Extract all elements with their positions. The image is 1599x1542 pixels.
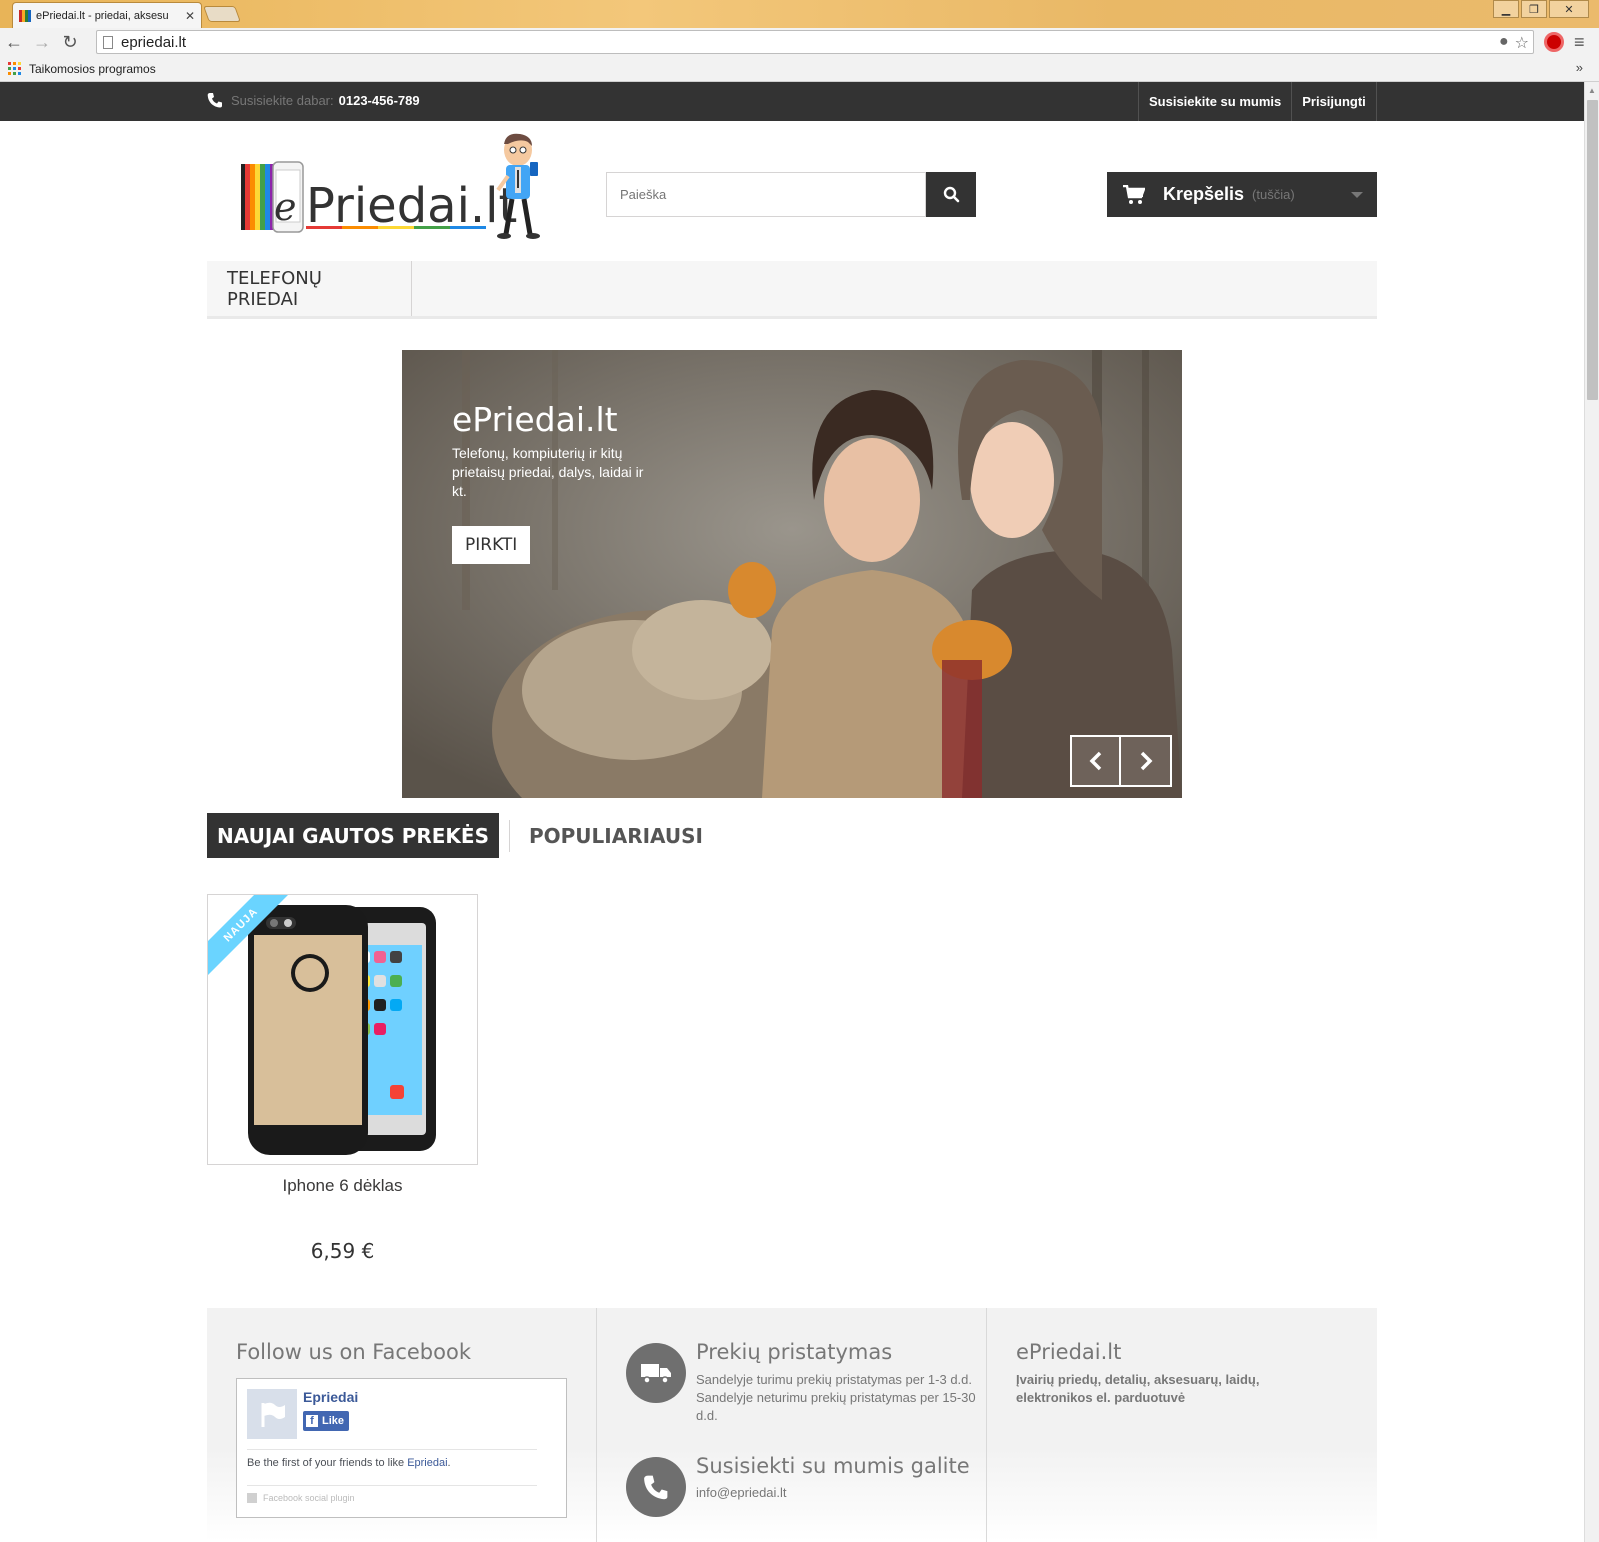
tab-title: ePriedai.lt - priedai, aksesu bbox=[36, 9, 169, 22]
facebook-icon: f bbox=[306, 1415, 318, 1427]
cart-status: (tuščia) bbox=[1252, 187, 1295, 202]
tab-close-icon[interactable]: ✕ bbox=[185, 9, 195, 23]
friends-link[interactable]: Epriedai bbox=[407, 1457, 447, 1469]
facebook-social-plugin: Facebook social plugin bbox=[247, 1493, 355, 1503]
cart-button[interactable]: Krepšelis (tuščia) bbox=[1107, 172, 1377, 217]
like-label: Like bbox=[322, 1415, 345, 1427]
search-icon bbox=[943, 186, 959, 203]
search-input[interactable] bbox=[606, 172, 926, 217]
facebook-page-name[interactable]: Epriedai bbox=[303, 1389, 358, 1405]
product-tabs: NAUJAI GAUTOS PREKĖS POPULIARIAUSI bbox=[207, 813, 703, 858]
window-controls: ▁ ❐ ✕ bbox=[1491, 0, 1589, 18]
delivery-text: Sandelyje turimu prekių pristatymas per … bbox=[696, 1372, 976, 1423]
close-window-button[interactable]: ✕ bbox=[1549, 0, 1589, 18]
delivery-title: Prekių pristatymas bbox=[696, 1340, 893, 1364]
search-form bbox=[606, 172, 977, 217]
extension-icon[interactable] bbox=[1544, 32, 1564, 52]
product-name[interactable]: Iphone 6 dėklas bbox=[207, 1176, 478, 1196]
product-image[interactable]: NAUJA bbox=[207, 894, 478, 1165]
contact-us-link[interactable]: Susisiekite su mumis bbox=[1138, 82, 1291, 121]
facebook-page-avatar[interactable] bbox=[247, 1389, 297, 1439]
chrome-menu-icon[interactable]: ≡ bbox=[1574, 32, 1585, 53]
divider bbox=[247, 1449, 537, 1450]
cart-title: Krepšelis bbox=[1163, 184, 1245, 204]
bookmark-apps-link[interactable]: Taikomosios programos bbox=[29, 62, 156, 76]
footer: Follow us on Facebook Epriedai f Like Be… bbox=[207, 1308, 1377, 1542]
url-text: epriedai.lt bbox=[121, 33, 187, 51]
product-price: 6,59 € bbox=[310, 1239, 375, 1263]
restore-button[interactable]: ❐ bbox=[1521, 0, 1547, 18]
phone-case-image bbox=[248, 905, 436, 1155]
search-button[interactable] bbox=[926, 172, 976, 217]
bookmarks-more-button[interactable]: » bbox=[1576, 60, 1583, 75]
facebook-widget: Epriedai f Like Be the first of your fri… bbox=[236, 1378, 567, 1518]
browser-titlebar: ePriedai.lt - priedai, aksesu ✕ ▁ ❐ ✕ bbox=[0, 0, 1599, 28]
tab-separator bbox=[508, 819, 510, 852]
main-menu: TELEFONŲ PRIEDAI bbox=[207, 261, 1377, 319]
tab-popular[interactable]: POPULIARIAUSI bbox=[529, 824, 703, 848]
contact-label: Susisiekite dabar: bbox=[231, 92, 334, 108]
page-scrollbar[interactable]: ▲ bbox=[1584, 82, 1599, 1542]
lightbulb-icon[interactable]: ● bbox=[1499, 33, 1509, 53]
flag-icon bbox=[261, 1402, 285, 1427]
contact-now: Susisiekite dabar: 0123-456-789 bbox=[207, 92, 420, 108]
chevron-right-icon bbox=[1140, 751, 1152, 771]
social-plugin-text: Facebook social plugin bbox=[263, 1493, 355, 1503]
contact-title: Susisiekti su mumis galite bbox=[696, 1454, 970, 1478]
page-icon bbox=[103, 35, 113, 49]
slider-next-button[interactable] bbox=[1121, 735, 1172, 787]
scrollbar-thumb[interactable] bbox=[1587, 100, 1598, 400]
site-logo[interactable]: e Priedai.lt bbox=[240, 132, 545, 242]
about-text: Įvairių priedų, detalių, aksesuarų, laid… bbox=[1016, 1372, 1260, 1405]
friends-text: Be the first of your friends to like bbox=[247, 1457, 408, 1469]
chevron-down-icon bbox=[1351, 192, 1363, 198]
new-tab-button[interactable] bbox=[203, 6, 241, 22]
scroll-up-icon[interactable]: ▲ bbox=[1588, 86, 1596, 95]
minimize-button[interactable]: ▁ bbox=[1493, 0, 1519, 18]
reload-icon[interactable]: ↻ bbox=[56, 28, 84, 56]
facebook-title: Follow us on Facebook bbox=[236, 1340, 471, 1364]
slide-text: Telefonų, kompiuterių ir kitų prietaisų … bbox=[452, 445, 644, 499]
menu-item-phone-accessories[interactable]: TELEFONŲ PRIEDAI bbox=[207, 261, 412, 316]
browser-tab[interactable]: ePriedai.lt - priedai, aksesu ✕ bbox=[12, 2, 202, 28]
about-title: ePriedai.lt bbox=[1016, 1340, 1122, 1364]
bookmark-star-icon[interactable]: ☆ bbox=[1515, 33, 1529, 53]
top-bar: Susisiekite dabar: 0123-456-789 Susisiek… bbox=[0, 82, 1584, 121]
login-link[interactable]: Prisijungti bbox=[1291, 82, 1377, 121]
bookmarks-bar: Taikomosios programos » bbox=[0, 56, 1599, 82]
facebook-small-icon bbox=[247, 1493, 257, 1503]
slide-title: ePriedai.lt bbox=[452, 400, 618, 439]
tab-new-products[interactable]: NAUJAI GAUTOS PREKĖS bbox=[207, 813, 499, 858]
footer-info: Prekių pristatymas Sandelyje turimu prek… bbox=[597, 1308, 987, 1542]
back-arrow-icon[interactable]: ← bbox=[0, 28, 28, 56]
facebook-like-button[interactable]: f Like bbox=[303, 1411, 350, 1431]
contact-phone[interactable]: 0123-456-789 bbox=[339, 93, 420, 108]
buy-button[interactable]: PIRKTI bbox=[452, 526, 531, 564]
truck-icon bbox=[626, 1343, 686, 1403]
site-favicon-icon bbox=[19, 9, 31, 22]
friends-end: . bbox=[447, 1457, 451, 1469]
divider bbox=[247, 1485, 537, 1486]
slider-prev-button[interactable] bbox=[1070, 735, 1121, 787]
apps-grid-icon bbox=[8, 62, 21, 75]
top-nav: Susisiekite su mumis Prisijungti bbox=[1138, 82, 1377, 121]
chevron-left-icon bbox=[1089, 751, 1101, 771]
svg-text:e: e bbox=[274, 185, 297, 229]
forward-arrow-icon[interactable]: → bbox=[28, 28, 56, 56]
contact-email[interactable]: info@epriedai.lt bbox=[696, 1484, 787, 1502]
svg-text:Priedai.lt: Priedai.lt bbox=[306, 178, 517, 234]
footer-facebook: Follow us on Facebook Epriedai f Like Be… bbox=[207, 1308, 597, 1542]
address-bar[interactable]: epriedai.lt ● ☆ bbox=[96, 30, 1534, 54]
slider-nav bbox=[1070, 735, 1172, 787]
footer-about: ePriedai.lt Įvairių priedų, detalių, aks… bbox=[987, 1308, 1377, 1542]
browser-toolbar: ← → ↻ epriedai.lt ● ☆ ≡ bbox=[0, 28, 1599, 56]
shopping-cart-icon bbox=[1123, 184, 1145, 204]
phone-icon bbox=[626, 1457, 686, 1517]
phone-icon bbox=[207, 93, 222, 108]
page-viewport: Susisiekite dabar: 0123-456-789 Susisiek… bbox=[0, 82, 1584, 1542]
home-slider: ePriedai.lt Telefonų, kompiuterių ir kit… bbox=[402, 350, 1182, 798]
facebook-friends-text: Be the first of your friends to like Epr… bbox=[247, 1457, 451, 1469]
